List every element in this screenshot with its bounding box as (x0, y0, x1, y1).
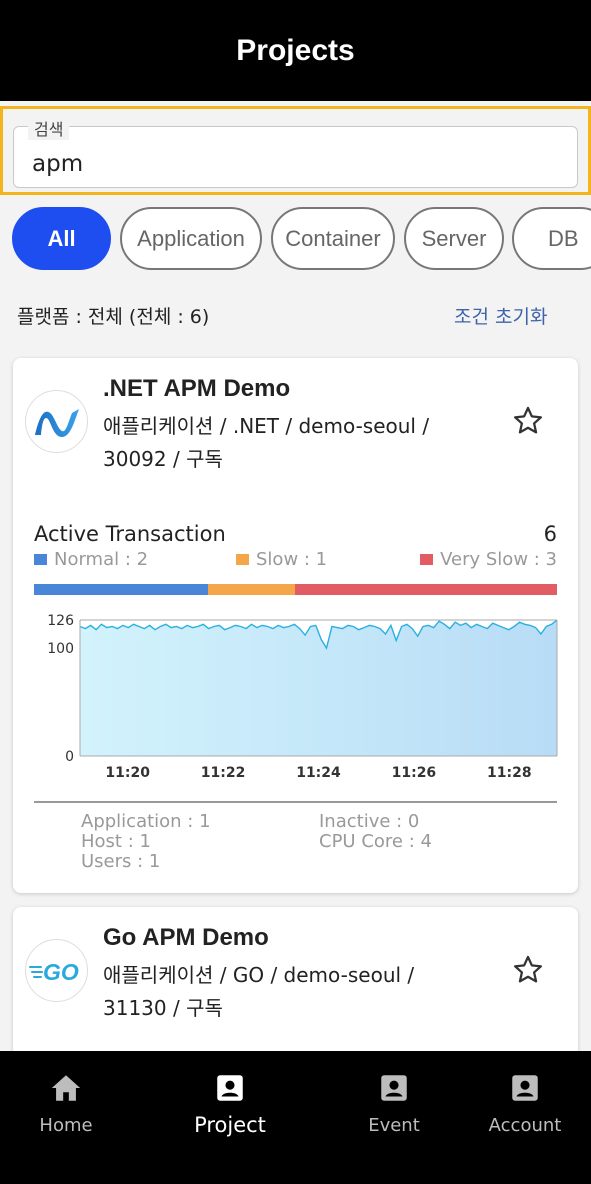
chart-y-tick-label: 126 (47, 613, 74, 629)
star-outline-icon[interactable] (511, 404, 545, 438)
legend-slow-swatch (236, 554, 249, 565)
dotnet-logo-icon (25, 390, 88, 453)
chart-x-tick-label: 11:24 (296, 765, 341, 781)
stat-cpu-core: CPU Core : 4 (319, 831, 432, 852)
chart-area-fill (80, 620, 557, 756)
legend-slow-label: Slow : 1 (256, 549, 328, 570)
card-divider (34, 801, 557, 803)
chip-container[interactable]: Container (271, 207, 395, 270)
nav-account-label: Account (488, 1115, 562, 1136)
active-transaction-total: 6 (543, 522, 557, 546)
nav-event-label: Event (368, 1115, 420, 1136)
go-logo-icon: GO (25, 939, 88, 1002)
chart-x-tick-label: 11:20 (105, 765, 150, 781)
legend-slow: Slow : 1 (236, 549, 327, 570)
search-section: 검색 (0, 106, 591, 195)
legend-normal-label: Normal : 2 (54, 549, 149, 570)
project-card[interactable]: .NET APM Demo 애플리케이션 / .NET / demo-seoul… (13, 358, 578, 893)
stat-application: Application : 1 (81, 811, 211, 832)
stat-inactive: Inactive : 0 (319, 811, 420, 832)
legend-very-slow-swatch (420, 554, 434, 565)
transaction-status-bar (34, 584, 557, 595)
project-badge-icon (217, 1075, 243, 1101)
nav-project-label: Project (194, 1113, 266, 1137)
chart-x-tick-label: 11:22 (201, 765, 246, 781)
platform-filter-summary: 플랫폼 : 전체 (전체 : 6) (17, 306, 210, 328)
status-bar-very-slow (295, 584, 557, 595)
legend-very-slow-label: Very Slow : 3 (440, 549, 557, 570)
project-card[interactable]: GO Go APM Demo 애플리케이션 / GO / demo-seoul … (13, 907, 578, 1067)
stat-users: Users : 1 (81, 851, 161, 872)
chip-db[interactable]: DB (512, 207, 591, 270)
project-meta-line2: 31130 / 구독 (103, 996, 223, 1020)
active-transaction-chart: 0 100 126 11:20 11:22 11:24 11:26 11:28 (47, 613, 558, 781)
event-badge-icon (381, 1075, 407, 1101)
nav-project[interactable]: Project (180, 1051, 280, 1184)
chip-all[interactable]: All (12, 207, 111, 270)
project-meta-line2: 30092 / 구독 (103, 447, 223, 471)
page-title: Projects (236, 33, 355, 67)
status-bar-normal (34, 584, 209, 595)
search-field[interactable]: 검색 (13, 116, 578, 188)
project-meta: 애플리케이션 / .NET / demo-seoul / 30092 / 구독 (103, 410, 463, 476)
search-label: 검색 (28, 116, 70, 140)
chip-application[interactable]: Application (120, 207, 262, 270)
star-outline-icon[interactable] (511, 953, 545, 987)
nav-home[interactable]: Home (20, 1051, 112, 1184)
project-name: Go APM Demo (103, 924, 269, 951)
chip-server[interactable]: Server (404, 207, 504, 270)
legend-normal-swatch (34, 554, 47, 565)
project-meta: 애플리케이션 / GO / demo-seoul / 31130 / 구독 (103, 959, 463, 1025)
nav-home-label: Home (39, 1115, 93, 1136)
bottom-navigation: Home Project Event Account (0, 1051, 591, 1184)
legend-normal: Normal : 2 (34, 549, 148, 570)
reset-filter-link[interactable]: 조건 초기화 (454, 302, 547, 329)
account-badge-icon (512, 1075, 538, 1101)
active-transaction-label: Active Transaction (34, 522, 226, 546)
legend-very-slow: Very Slow : 3 (420, 549, 557, 570)
chart-x-tick-label: 11:26 (392, 765, 437, 781)
nav-event[interactable]: Event (350, 1051, 438, 1184)
project-meta-line1: 애플리케이션 / .NET / demo-seoul / (103, 414, 430, 438)
nav-account[interactable]: Account (474, 1051, 576, 1184)
app-header: Projects (0, 0, 591, 101)
chart-y-tick-label: 0 (65, 749, 74, 765)
project-name: .NET APM Demo (103, 375, 291, 402)
home-icon (51, 1075, 81, 1101)
chart-x-tick-label: 11:28 (487, 765, 532, 781)
go-logo-text: GO (43, 959, 79, 985)
transaction-legend: Normal : 2 Slow : 1 Very Slow : 3 (34, 549, 557, 571)
stat-host: Host : 1 (81, 831, 151, 852)
project-meta-line1: 애플리케이션 / GO / demo-seoul / (103, 963, 415, 987)
search-input[interactable] (32, 147, 552, 181)
chart-y-tick-label: 100 (47, 641, 74, 657)
status-bar-slow (208, 584, 296, 595)
